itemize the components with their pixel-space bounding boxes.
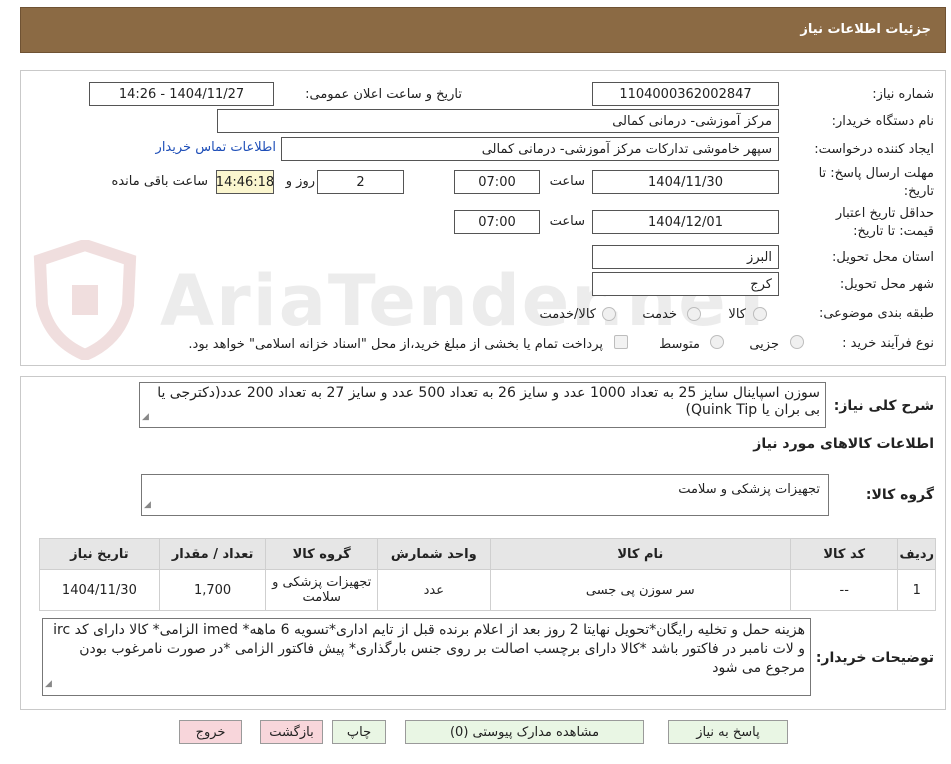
page-header: جزئیات اطلاعات نیاز xyxy=(20,7,946,53)
process-label: نوع فرآیند خرید : xyxy=(842,336,934,351)
goods-section-title: اطلاعات کالاهای مورد نیاز xyxy=(753,436,934,452)
description-label: شرح کلی نیاز: xyxy=(833,398,934,414)
cell-need-date: 1404/11/30 xyxy=(39,569,160,611)
goods-table: ردیف کد کالا نام کالا واحد شمارش گروه کا… xyxy=(39,538,936,611)
description-textarea[interactable]: سوزن اسپاینال سایز 25 به تعداد 1000 عدد … xyxy=(139,382,826,428)
deadline-time-field[interactable]: 07:00 xyxy=(454,170,540,194)
remaining-label: ساعت باقی مانده xyxy=(111,174,208,189)
resize-grip-icon[interactable]: ◢ xyxy=(144,497,151,514)
validity-label: حداقل تاریخ اعتبار xyxy=(835,206,934,221)
back-button[interactable]: بازگشت xyxy=(260,720,323,744)
validity-time-label: ساعت xyxy=(549,214,585,229)
col-quantity: تعداد / مقدار xyxy=(158,538,267,570)
reply-button[interactable]: پاسخ به نیاز xyxy=(668,720,788,744)
cell-goods-group: تجهیزات پزشکی و سلامت xyxy=(265,569,378,611)
col-item-name: نام کالا xyxy=(489,538,791,570)
category-service-radio[interactable] xyxy=(687,307,701,321)
print-button[interactable]: چاپ xyxy=(332,720,386,744)
province-field[interactable]: البرز xyxy=(592,245,779,269)
page-title: جزئیات اطلاعات نیاز xyxy=(800,22,931,37)
col-need-date: تاریخ نیاز xyxy=(39,538,160,570)
province-label: استان محل تحویل: xyxy=(832,250,934,265)
buyer-notes-text: هزینه حمل و تخلیه رایگان*تحویل نهایتا 2 … xyxy=(53,622,805,676)
cell-item-code: -- xyxy=(789,569,899,611)
validity-time-field[interactable]: 07:00 xyxy=(454,210,540,234)
category-service-label: خدمت xyxy=(642,307,677,322)
table-row: 1 -- سر سوزن پی جسی عدد تجهیزات پزشکی و … xyxy=(39,569,936,611)
buyer-label: نام دستگاه خریدار: xyxy=(831,114,934,129)
need-number-field[interactable]: 1104000362002847 xyxy=(592,82,779,106)
need-number-label: شماره نیاز: xyxy=(872,87,934,102)
table-header-row: ردیف کد کالا نام کالا واحد شمارش گروه کا… xyxy=(39,538,936,570)
deadline-time-label: ساعت xyxy=(549,174,585,189)
deadline-label: مهلت ارسال پاسخ: تا xyxy=(818,166,934,181)
buyer-contact-link[interactable]: اطلاعات تماس خریدار xyxy=(156,140,276,155)
cell-row-number: 1 xyxy=(897,569,936,611)
col-unit: واحد شمارش xyxy=(376,538,491,570)
buyer-field[interactable]: مرکز آموزشی- درمانی کمالی xyxy=(217,109,779,133)
deadline-label-2: تاریخ: xyxy=(903,184,934,199)
cell-quantity: 1,700 xyxy=(158,569,267,611)
col-item-code: کد کالا xyxy=(789,538,899,570)
process-minor-radio[interactable] xyxy=(790,335,804,349)
days-field[interactable]: 2 xyxy=(317,170,404,194)
validity-label-2: قیمت: تا تاریخ: xyxy=(853,224,934,239)
resize-grip-icon[interactable]: ◢ xyxy=(45,675,52,694)
category-label: طبقه بندی موضوعی: xyxy=(818,306,934,321)
validity-date-field[interactable]: 1404/12/01 xyxy=(592,210,779,234)
deadline-date-field[interactable]: 1404/11/30 xyxy=(592,170,779,194)
category-goods-label: کالا xyxy=(728,307,746,322)
announce-label: تاریخ و ساعت اعلان عمومی: xyxy=(305,87,462,102)
process-minor-label: جزیی xyxy=(749,337,779,352)
goods-group-label: گروه کالا: xyxy=(865,487,934,503)
category-goods-service-label: کالا/خدمت xyxy=(539,307,596,322)
resize-grip-icon[interactable]: ◢ xyxy=(142,409,149,426)
process-medium-radio[interactable] xyxy=(710,335,724,349)
buyer-notes-textarea[interactable]: هزینه حمل و تخلیه رایگان*تحویل نهایتا 2 … xyxy=(42,618,811,696)
treasury-payment-note: پرداخت تمام یا بخشی از مبلغ خرید،از محل … xyxy=(188,337,603,352)
city-field[interactable]: کرج xyxy=(592,272,779,296)
col-row-number: ردیف xyxy=(897,538,936,570)
treasury-payment-checkbox[interactable] xyxy=(614,335,628,349)
announce-field[interactable]: 1404/11/27 - 14:26 xyxy=(89,82,274,106)
description-text: سوزن اسپاینال سایز 25 به تعداد 1000 عدد … xyxy=(157,385,820,418)
category-goods-radio[interactable] xyxy=(753,307,767,321)
goods-group-textarea[interactable]: تجهیزات پزشکی و سلامت ◢ xyxy=(141,474,829,516)
creator-field[interactable]: سپهر خاموشی تدارکات مرکز آموزشی- درمانی … xyxy=(281,137,779,161)
days-label: روز و xyxy=(285,174,315,189)
creator-label: ایجاد کننده درخواست: xyxy=(814,142,934,157)
cell-item-name: سر سوزن پی جسی xyxy=(489,569,791,611)
city-label: شهر محل تحویل: xyxy=(839,277,934,292)
cell-unit: عدد xyxy=(376,569,491,611)
buyer-notes-label: توضیحات خریدار: xyxy=(815,650,934,666)
remaining-time-field: 14:46:18 xyxy=(216,170,274,194)
col-goods-group: گروه کالا xyxy=(265,538,378,570)
category-goods-service-radio[interactable] xyxy=(602,307,616,321)
view-attachments-button[interactable]: مشاهده مدارک پیوستی (0) xyxy=(405,720,644,744)
goods-group-text: تجهیزات پزشکی و سلامت xyxy=(678,482,820,497)
exit-button[interactable]: خروج xyxy=(179,720,242,744)
process-medium-label: متوسط xyxy=(659,337,700,352)
